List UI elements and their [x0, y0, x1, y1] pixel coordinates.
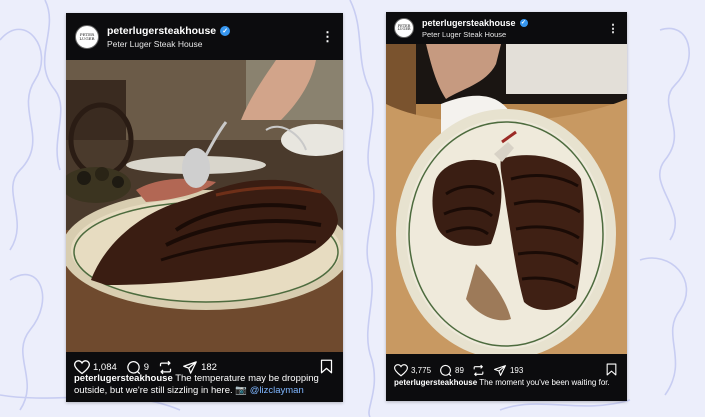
comment-button[interactable]: 89: [439, 364, 464, 377]
share-count: 193: [509, 365, 524, 375]
verified-badge-icon: ✓: [220, 25, 231, 36]
bookmark-icon[interactable]: [606, 363, 617, 378]
steak-photo-image: [386, 44, 627, 354]
post-photo[interactable]: [66, 60, 343, 352]
post-author: peterlugersteakhouse ✓ Peter Luger Steak…: [107, 25, 321, 49]
caption-mention-link[interactable]: @lizclayman: [250, 385, 304, 396]
steak-photo-image: [66, 60, 343, 352]
post-header: PETER LUGER peterlugersteakhouse ✓ Peter…: [386, 12, 627, 44]
comment-count: 9: [143, 361, 150, 373]
comment-icon: [440, 364, 452, 376]
display-name: Peter Luger Steak House: [422, 29, 507, 39]
repost-button[interactable]: [472, 364, 485, 377]
verified-badge-icon: ✓: [519, 18, 528, 27]
profile-avatar[interactable]: PETER LUGER: [394, 18, 414, 38]
post-author: peterlugersteakhouse ✓ Peter Luger Steak…: [422, 18, 607, 39]
caption-text: The moment you've been waiting for.: [479, 378, 610, 387]
more-options-icon[interactable]: ⋮: [607, 22, 619, 35]
share-button[interactable]: 193: [493, 364, 523, 377]
caption-username[interactable]: peterlugersteakhouse: [394, 378, 477, 387]
heart-icon: [394, 363, 408, 376]
username-link[interactable]: peterlugersteakhouse: [422, 18, 516, 28]
post-header: PETER LUGER peterlugersteakhouse ✓ Peter…: [66, 13, 343, 60]
like-count: 3,775: [411, 365, 432, 375]
display-name: Peter Luger Steak House: [107, 38, 203, 49]
like-button[interactable]: 3,775: [394, 363, 432, 377]
comment-count: 89: [455, 365, 464, 375]
caption-username[interactable]: peterlugersteakhouse: [74, 373, 173, 384]
more-options-icon[interactable]: ⋮: [321, 29, 334, 45]
share-count: 182: [201, 361, 217, 373]
post-caption: peterlugersteakhouse The moment you've b…: [394, 378, 619, 388]
like-count: 1,084: [93, 361, 117, 373]
post-caption: peterlugersteakhouse The temperature may…: [74, 373, 335, 398]
username-link[interactable]: peterlugersteakhouse: [107, 25, 216, 37]
repost-icon: [473, 364, 484, 376]
instagram-post-2: PETER LUGER peterlugersteakhouse ✓ Peter…: [386, 12, 627, 401]
post-photo[interactable]: [386, 44, 627, 354]
instagram-post-1: PETER LUGER peterlugersteakhouse ✓ Peter…: [66, 13, 343, 402]
send-icon: [493, 364, 506, 376]
profile-avatar[interactable]: PETER LUGER: [75, 24, 99, 49]
